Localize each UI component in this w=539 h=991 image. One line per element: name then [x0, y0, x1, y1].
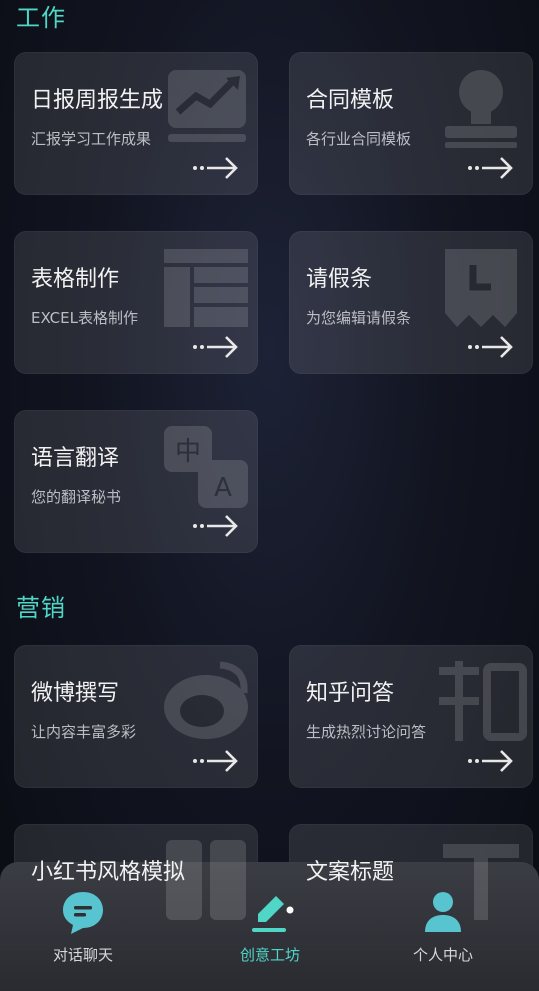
chat-bubble-icon	[63, 892, 103, 934]
card-subtitle: 各行业合同模板	[306, 130, 412, 148]
section-title-marketing: 营销	[16, 594, 66, 622]
arrow-right-icon[interactable]	[192, 155, 240, 181]
card-translate[interactable]: 中 A 语言翻译 您的翻译秘书	[14, 410, 258, 553]
svg-text:A: A	[214, 473, 232, 503]
card-subtitle: EXCEL表格制作	[31, 309, 138, 327]
stamp-icon	[445, 70, 517, 148]
nav-label: 对话聊天	[52, 946, 113, 964]
table-icon	[164, 249, 248, 327]
card-contract-template[interactable]: 合同模板 各行业合同模板	[289, 52, 533, 195]
card-leave-note[interactable]: 请假条 为您编辑请假条	[289, 231, 533, 374]
arrow-right-icon[interactable]	[467, 334, 515, 360]
card-title: 请假条	[306, 267, 373, 292]
card-spreadsheet[interactable]: 表格制作 EXCEL表格制作	[14, 231, 258, 374]
section-title-work: 工作	[16, 4, 66, 32]
card-title: 合同模板	[306, 88, 395, 113]
card-title: 文案标题	[306, 860, 395, 885]
translate-icon: 中 A	[164, 426, 248, 508]
card-subtitle: 汇报学习工作成果	[31, 130, 152, 148]
nav-item-chat[interactable]: 对话聊天	[13, 886, 153, 976]
nav-label: 个人中心	[412, 946, 473, 964]
card-title: 表格制作	[31, 267, 120, 292]
zhihu-icon	[439, 661, 527, 741]
nav-label: 创意工坊	[239, 946, 300, 964]
card-title: 小红书风格模拟	[31, 860, 186, 885]
weibo-icon	[164, 661, 248, 739]
arrow-right-icon[interactable]	[467, 748, 515, 774]
arrow-right-icon[interactable]	[192, 334, 240, 360]
arrow-right-icon[interactable]	[467, 155, 515, 181]
card-subtitle: 您的翻译秘书	[31, 488, 122, 506]
card-subtitle: 让内容丰富多彩	[31, 723, 137, 741]
card-title: 日报周报生成	[31, 88, 164, 113]
trend-chart-icon	[168, 70, 246, 142]
arrow-right-icon[interactable]	[192, 748, 240, 774]
card-weibo[interactable]: 微博撰写 让内容丰富多彩	[14, 645, 258, 788]
card-daily-report[interactable]: 日报周报生成 汇报学习工作成果	[14, 52, 258, 195]
card-zhihu[interactable]: 知乎问答 生成热烈讨论问答	[289, 645, 533, 788]
card-subtitle: 生成热烈讨论问答	[306, 723, 427, 741]
card-title: 语言翻译	[31, 446, 120, 471]
title-t-icon	[443, 844, 519, 920]
clock-note-icon	[445, 249, 517, 327]
card-subtitle: 为您编辑请假条	[306, 309, 412, 327]
card-title: 知乎问答	[306, 681, 395, 706]
card-title: 微博撰写	[31, 681, 120, 706]
svg-text:中: 中	[175, 437, 201, 467]
arrow-right-icon[interactable]	[192, 513, 240, 539]
